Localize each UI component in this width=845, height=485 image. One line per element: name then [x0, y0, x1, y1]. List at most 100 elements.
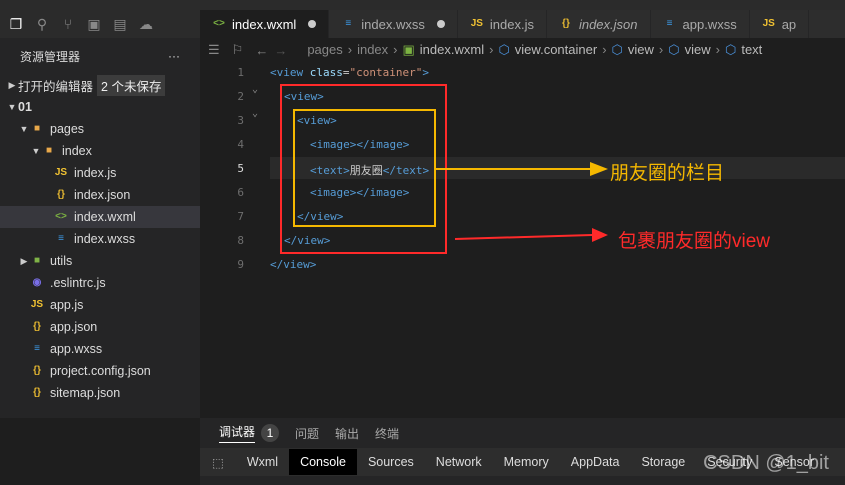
outer-annotation: 包裹朋友圈的view [618, 231, 771, 252]
files-icon[interactable]: ❐ [8, 16, 24, 32]
chevron-right-icon: › [347, 42, 353, 57]
debugger-count-badge: 1 [261, 424, 280, 442]
unsaved-badge: 2 个未保存 [97, 74, 166, 96]
more-icon[interactable]: ··· [168, 49, 180, 63]
tree-item[interactable]: {} app.json [0, 316, 200, 338]
tree-item[interactable]: ◉ .eslintrc.js [0, 272, 200, 294]
tree-item[interactable]: <> index.wxml [0, 206, 200, 228]
tree-item[interactable]: {} project.config.json [0, 360, 200, 382]
tab-index.js[interactable]: JS index.js [458, 10, 547, 38]
chevron-right-icon: › [602, 42, 607, 57]
tree-item-label: app.json [50, 320, 98, 334]
element-cube-icon: ⬡ [611, 42, 623, 57]
forward-icon[interactable]: → [274, 43, 287, 58]
breadcrumb-item[interactable]: view.container [515, 42, 597, 58]
project-section[interactable]: ▼ 01 [0, 96, 200, 118]
chevron-right-icon: › [393, 42, 398, 57]
inner-annotation: 朋友圈的栏目 [610, 163, 725, 184]
devtools-tab-wxml[interactable]: Wxml [236, 449, 289, 475]
breadcrumb-item[interactable]: text [741, 42, 762, 58]
devtools-tab-appdata[interactable]: AppData [560, 449, 631, 475]
chevron-right-icon: › [489, 42, 494, 57]
tab-label: ap [781, 16, 797, 32]
list-icon[interactable]: ☰ [208, 42, 220, 58]
devtools-tab-memory[interactable]: Memory [493, 449, 560, 475]
chevron-right-icon: ▶ [8, 79, 16, 90]
source-control-icon[interactable]: ⑂ [60, 16, 76, 32]
json-file-icon: {} [33, 387, 41, 398]
chevron-right-icon: › [658, 42, 664, 57]
tree-item[interactable]: ≡ index.wxss [0, 228, 200, 250]
tree-item[interactable]: {} index.json [0, 184, 200, 206]
tab-index.wxml[interactable]: <> index.wxml [200, 10, 330, 38]
title-bar [0, 0, 845, 10]
tree-item[interactable]: {} sitemap.json [0, 382, 200, 404]
wxss-file-icon: ≡ [34, 343, 40, 354]
tab-app.wxss[interactable]: ≡ app.wxss [651, 10, 750, 38]
line-number: 9 [237, 258, 244, 271]
annotation-arrows [435, 162, 608, 242]
fold-icon[interactable]: ⌄ [252, 84, 258, 95]
line-number: 8 [237, 234, 244, 247]
chevron-right-icon: ▶ [20, 255, 28, 266]
devtools-tab-sources[interactable]: Sources [357, 449, 425, 475]
json-file-icon: {} [57, 189, 65, 200]
tree-item-label: app.wxss [50, 342, 103, 356]
line-number: 5 [237, 162, 244, 175]
json-file-icon: {} [562, 18, 570, 29]
breadcrumb-item[interactable]: index.wxml [420, 42, 484, 58]
chevron-down-icon: ▼ [19, 124, 29, 134]
bookmark-icon[interactable]: ⚐ [232, 42, 244, 58]
editor-tabs: <> index.wxml ≡ index.wxss JS index.js {} index… [200, 10, 845, 38]
back-icon[interactable]: ← [255, 43, 268, 58]
tree-item[interactable]: ≡ app.wxss [0, 338, 200, 360]
devtools-tab-network[interactable]: Network [425, 449, 493, 475]
breadcrumb-item[interactable]: view [685, 42, 711, 58]
extensions-icon[interactable]: ▣ [86, 16, 102, 32]
js-file-icon: JS [762, 18, 775, 29]
breadcrumb-item[interactable]: pages [307, 42, 342, 58]
tab-ap[interactable]: JS ap [750, 10, 810, 38]
chevron-right-icon: › [715, 42, 720, 57]
project-label: 01 [18, 100, 32, 114]
search-icon[interactable]: ⚲ [34, 16, 50, 32]
code-line: <view class="container"> [270, 66, 429, 79]
open-editors-section[interactable]: ▶ 打开的编辑器 2 个未保存 [0, 74, 200, 96]
element-cube-icon: ⬡ [498, 42, 510, 57]
tab-debugger[interactable]: 调试器 [219, 423, 256, 443]
tab-terminal[interactable]: 终端 [375, 425, 399, 442]
tree-item-label: index.json [74, 188, 131, 202]
unsaved-dot-icon[interactable] [308, 20, 317, 28]
docker-icon[interactable]: ☁ [138, 16, 154, 32]
tree-item[interactable]: ▼ ■ index [0, 140, 200, 162]
breadcrumb-item[interactable]: index [357, 42, 388, 58]
fold-icon[interactable]: ⌄ [252, 108, 258, 119]
breadcrumb: ☰ ⚐ ← → pages › index › ▣ index.wxml › ⬡ view.co… [200, 38, 845, 62]
tree-item[interactable]: JS index.js [0, 162, 200, 184]
storage-icon[interactable]: ▤ [112, 16, 128, 32]
json-file-icon: {} [33, 321, 41, 332]
tree-item-label: pages [50, 122, 85, 136]
tab-problems[interactable]: 问题 [295, 425, 319, 442]
unsaved-dot-icon[interactable] [436, 20, 445, 28]
inspect-icon[interactable]: ⬚ [200, 455, 236, 470]
tab-index.wxss[interactable]: ≡ index.wxss [329, 10, 458, 38]
line-number: 3 [237, 114, 244, 127]
tab-output[interactable]: 输出 [335, 425, 359, 442]
tree-item[interactable]: ▼ ■ pages [0, 118, 200, 140]
breadcrumb-item[interactable]: view [628, 42, 654, 58]
devtools-tab-storage[interactable]: Storage [630, 449, 696, 475]
tab-index.json[interactable]: {} index.json [547, 10, 651, 38]
folder-open-file-icon: ■ [45, 145, 53, 156]
element-cube-icon: ⬡ [724, 42, 737, 57]
eslint-file-icon: ◉ [32, 277, 42, 288]
devtools-tab-console[interactable]: Console [289, 449, 357, 475]
code-editor[interactable]: 1 2 3 4 5 6 7 8 9 ⌄ ⌄ <view class="container"> <… [200, 62, 845, 417]
line-number: 2 [237, 90, 244, 103]
code-line: </view> [270, 258, 317, 271]
wxss-file-icon: ≡ [58, 233, 64, 244]
tree-item[interactable]: JS app.js [0, 294, 200, 316]
tree-item[interactable]: ▶ ■ utils [0, 250, 200, 272]
chevron-down-icon: ▼ [7, 102, 17, 112]
js-file-icon: JS [30, 299, 44, 310]
